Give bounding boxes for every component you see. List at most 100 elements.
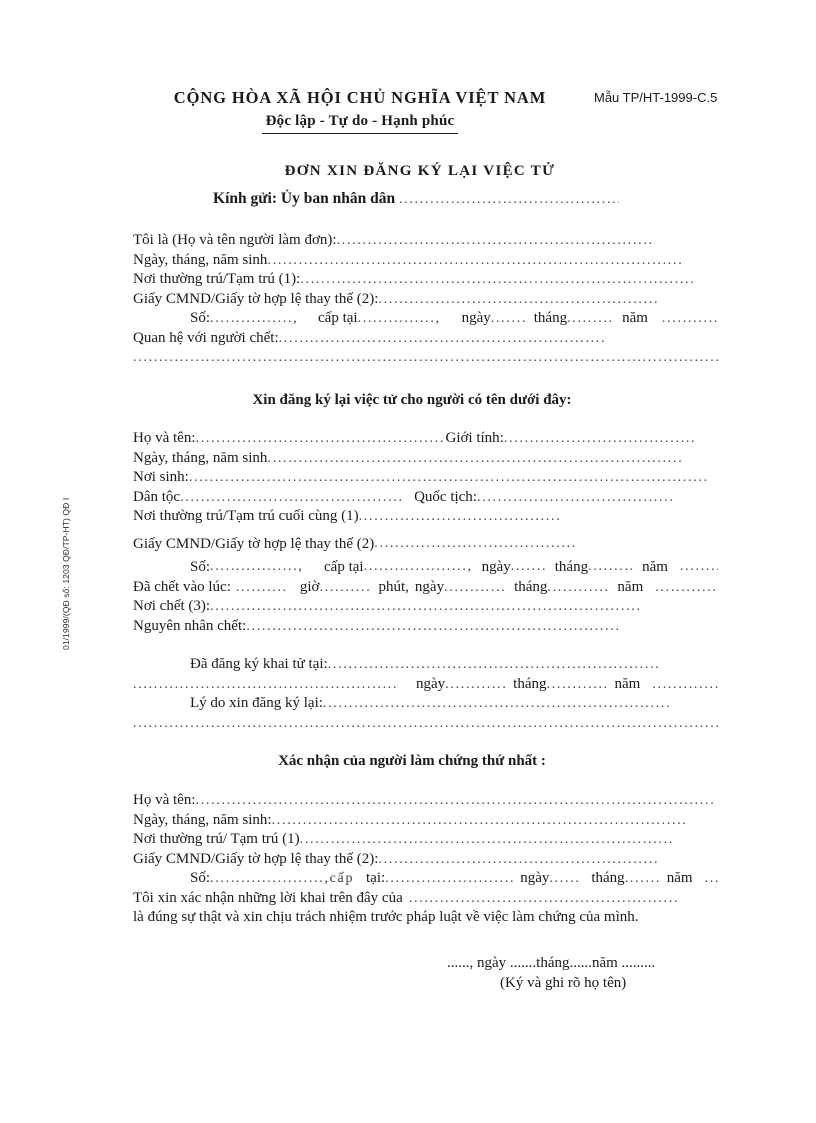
death-cause-label: Nguyên nhân chết:: [133, 617, 247, 634]
death-cause-blank: ........................................…: [246, 618, 621, 634]
deceased-name-label: Họ và tên:: [133, 430, 196, 446]
deceased-id-year-blank: ...................: [679, 558, 718, 574]
applicant-dob-label: Ngày, tháng, năm sinh: [133, 251, 268, 268]
witness-id-day-blank: ......: [549, 871, 581, 886]
scan-edge-artifact: ········································…: [40, 1106, 776, 1107]
deceased-id-issuedat-blank: ....................,: [363, 558, 473, 574]
deceased-residence-blank: .......................................: [358, 509, 562, 524]
witness-dob-label: Ngày, tháng, năm sinh:: [133, 811, 272, 828]
witness-section-title: Xác nhận của người làm chứng thứ nhất :: [278, 753, 546, 769]
prior-reg-day-blank: ............: [445, 676, 508, 692]
applicant-id-month-label: tháng: [533, 310, 568, 326]
death-place-blank: ........................................…: [210, 599, 642, 614]
deceased-section: Họ và tên:..............................…: [133, 429, 718, 636]
deceased-id-so-blank: .................,: [210, 558, 304, 574]
deceased-dob-row: Ngày, tháng, năm sinh...................…: [133, 449, 718, 469]
prior-reg-year-label: năm: [614, 675, 641, 692]
deceased-residence-label: Nơi thường trú/Tạm trú cuối cùng (1): [133, 508, 359, 524]
death-year-label: năm: [617, 578, 644, 595]
prior-reg-month-label: tháng: [513, 675, 547, 692]
signature-note: (Ký và ghi rõ họ tên): [500, 975, 627, 991]
deceased-id-row: Giấy CMND/Giấy tờ hợp lệ thay thế (2)...…: [133, 527, 718, 554]
applicant-id-label: Giấy CMND/Giấy tờ hợp lệ thay thế (2):: [133, 290, 379, 307]
page-title: ĐƠN XIN ĐĂNG KÝ LẠI VIỆC TỬ: [284, 163, 556, 179]
witness-confirm-text-2: là đúng sự thật và xin chịu trách nhiệm …: [133, 909, 639, 925]
prior-registration-section: Đã đăng ký khai tử tại:.................…: [133, 655, 718, 733]
witness-id-issuedat-blank: ..............................,: [385, 871, 513, 886]
deceased-id-day-label: ngày: [481, 558, 511, 575]
addressee-line: Kính gửi: Ủy ban nhân dân ..............…: [0, 190, 816, 208]
death-day-blank: ............: [444, 579, 507, 595]
reregistration-reason-label: Lý do xin đăng ký lại:: [190, 695, 323, 711]
prior-registration-row: Đã đăng ký khai tử tại:.................…: [133, 655, 718, 675]
deceased-nationality-label: Quốc tịch:: [414, 488, 477, 505]
deceased-ethnicity-blank: ........................................…: [180, 489, 404, 505]
witness-id-issuedat-label: tại:: [366, 870, 386, 886]
deceased-gender-blank: ........................................…: [503, 431, 694, 446]
applicant-residence-label: Nơi thường trú/Tạm trú (1):: [133, 271, 301, 287]
signature-date-line: ......, ngày .......tháng......năm .....…: [447, 955, 656, 971]
deceased-name-row: Họ và tên:..............................…: [133, 429, 718, 449]
death-day-label: ngày: [414, 578, 445, 595]
national-motto: Độc lập - Tự do - Hạnh phúc: [265, 113, 455, 129]
applicant-residence-blank: ........................................…: [300, 272, 696, 287]
applicant-dob-row: Ngày, tháng, năm sinh...................…: [133, 251, 718, 271]
death-month-label: tháng: [514, 578, 548, 595]
reregistration-reason-cont-row: ........................................…: [133, 714, 718, 734]
applicant-relation-blank: ........................................…: [278, 330, 607, 346]
applicant-id-so-label: Số:: [190, 310, 211, 326]
prior-registration-date-row: ........................................…: [133, 675, 718, 695]
national-heading: CỘNG HÒA XÃ HỘI CHỦ NGHĨA VIỆT NAM Độc l…: [150, 88, 570, 134]
reregistration-reason-cont-blank: ........................................…: [133, 715, 718, 731]
motto-underline: [262, 133, 458, 134]
document-page: 01/1999/(QĐ số: 1203 QĐ/TP-HT) QĐ I CỘNG…: [0, 0, 816, 1123]
prior-registration-blank: ........................................…: [327, 657, 661, 672]
witness-id-so-blank: ......................,cấp: [210, 871, 355, 886]
witness-dob-row: Ngày, tháng, năm sinh:..................…: [133, 811, 718, 831]
witness-id-year-blank: ..........: [704, 871, 718, 886]
witness-residence-label: Nơi thường trú/ Tạm trú (1): [133, 831, 300, 847]
deceased-id-month-blank: .........: [588, 558, 635, 574]
deceased-id-so-label: Số:: [190, 558, 211, 575]
witness-id-row: Giấy CMND/Giấy tờ hợp lệ thay thế (2):..…: [133, 850, 718, 870]
form-number: Mẫu TP/HT-1999-C.5: [594, 90, 718, 105]
death-place-row: Nơi chết (3):...........................…: [133, 597, 718, 617]
applicant-relation-cont-blank: ........................................…: [133, 350, 718, 365]
applicant-relation-row: Quan hệ với người chết:.................…: [133, 329, 718, 349]
deceased-id-day-blank: .......: [510, 558, 548, 574]
applicant-relation-cont-row: ........................................…: [133, 348, 718, 368]
witness-id-day-label: ngày: [520, 870, 550, 886]
deceased-birthplace-label: Nơi sinh:: [133, 469, 189, 485]
deceased-nationality-blank: ........................................…: [476, 489, 673, 505]
witness-section: Họ và tên:..............................…: [133, 791, 718, 928]
applicant-relation-label: Quan hệ với người chết:: [133, 329, 279, 346]
witness-id-year-label: năm: [666, 870, 693, 886]
applicant-id-year-blank: ...................: [661, 311, 718, 326]
applicant-name-label: Tôi là (Họ và tên người làm đơn):: [133, 232, 337, 248]
applicant-id-detail-row: Số:................, cấp tại.............…: [133, 309, 718, 329]
witness-name-label: Họ và tên:: [133, 792, 196, 808]
applicant-id-day-blank: .......: [490, 311, 528, 326]
deceased-gender-label: Giới tính:: [445, 430, 504, 446]
applicant-id-year-label: năm: [622, 310, 648, 326]
applicant-residence-row: Nơi thường trú/Tạm trú (1):.............…: [133, 270, 718, 290]
prior-reg-year-blank: ................: [652, 676, 718, 692]
applicant-id-so-blank: ................,: [210, 311, 299, 326]
witness-name-blank: ........................................…: [195, 793, 716, 808]
witness-id-label: Giấy CMND/Giấy tờ hợp lệ thay thế (2):: [133, 850, 379, 867]
applicant-section: Tôi là (Họ và tên người làm đơn):.......…: [133, 231, 718, 368]
witness-id-blank: ........................................…: [378, 851, 660, 867]
deceased-id-year-label: năm: [642, 558, 668, 575]
applicant-id-issuedat-blank: ...............,: [357, 311, 441, 326]
reregistration-reason-row: Lý do xin đăng ký lại:..................…: [133, 694, 718, 714]
applicant-id-day-label: ngày: [461, 310, 491, 326]
prior-registration-cont-blank: ........................................…: [133, 676, 396, 692]
witness-confirm-blank: ........................................…: [408, 890, 679, 906]
deceased-birthplace-row: Nơi sinh:...............................…: [133, 468, 718, 488]
witness-id-month-blank: .......: [624, 871, 662, 886]
deceased-id-blank: .......................................: [374, 535, 578, 551]
death-time-row: Đã chết vào lúc:.......... giờ.......... p…: [133, 578, 718, 598]
deceased-id-month-label: tháng: [554, 558, 589, 575]
death-minute-blank: ..........: [319, 579, 372, 595]
applicant-dob-blank: ........................................…: [267, 252, 685, 268]
